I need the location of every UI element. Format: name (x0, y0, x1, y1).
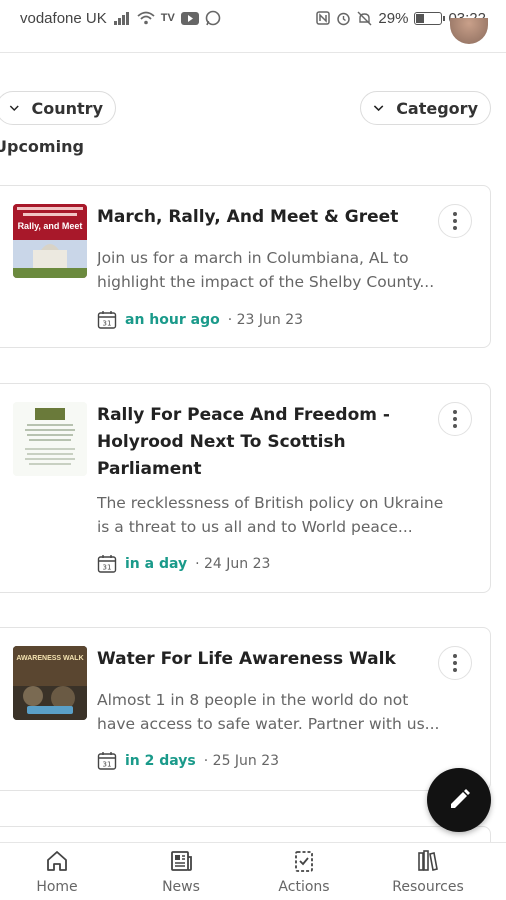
battery-fill (416, 13, 424, 23)
country-filter-label: Country (31, 98, 103, 118)
event-description-line: have access to safe water. Partner with … (97, 715, 440, 733)
category-filter-button[interactable]: Category (360, 91, 491, 125)
nfc-icon (316, 11, 331, 25)
alarm-icon (337, 12, 351, 25)
event-description-line: Almost 1 in 8 people in the world do not (97, 691, 409, 709)
event-relative-time: an hour ago (125, 312, 220, 328)
event-title: Water For Life Awareness Walk (97, 649, 396, 669)
event-meta: 31 in 2 days · 25 Jun 23 (97, 751, 279, 771)
event-date: · 23 Jun 23 (227, 312, 304, 328)
wifi-icon (137, 11, 155, 25)
more-vertical-icon (453, 410, 457, 428)
mute-icon (357, 11, 372, 25)
section-title: Upcoming (0, 137, 84, 156)
event-card[interactable]: Rally, and Meet March, Rally, And Meet &… (0, 185, 491, 348)
event-relative-time: in 2 days (125, 753, 196, 769)
header-divider (0, 52, 506, 53)
event-thumbnail (13, 402, 87, 476)
event-description-line: The recklessness of British policy on Uk… (97, 494, 444, 512)
event-title-line: Rally For Peace And Freedom - (97, 405, 390, 425)
create-post-button[interactable] (427, 768, 491, 832)
more-vertical-icon (453, 654, 457, 672)
nav-actions-label: Actions (278, 879, 330, 895)
status-left: vodafone UK TV (20, 10, 221, 27)
chevron-down-icon (9, 105, 19, 111)
battery-icon (414, 11, 446, 25)
calendar-icon: 31 (97, 311, 117, 329)
event-thumbnail: AWARENESS WALK (13, 646, 87, 720)
svg-text:31: 31 (103, 761, 112, 769)
event-description: Almost 1 in 8 people in the world do not… (97, 688, 467, 736)
event-description: Join us for a march in Columbiana, AL to… (97, 246, 467, 294)
youtube-icon (180, 11, 199, 25)
event-description: The recklessness of British policy on Uk… (97, 491, 467, 539)
event-title: Rally For Peace And Freedom - Holyrood N… (97, 402, 427, 483)
event-relative-time: in a day (125, 556, 188, 572)
bottom-nav: Home News Actions Resources (0, 842, 506, 900)
whatsapp-icon (205, 10, 221, 26)
filter-row: Country Category (0, 91, 506, 127)
checklist-icon (295, 851, 313, 872)
event-poster-image (13, 204, 87, 278)
nav-actions[interactable]: Actions (254, 849, 354, 895)
event-meta: 31 an hour ago · 23 Jun 23 (97, 310, 303, 330)
event-meta: 31 in a day · 24 Jun 23 (97, 554, 270, 574)
pencil-icon (451, 789, 470, 808)
event-title: March, Rally, And Meet & Greet (97, 207, 399, 227)
calendar-icon: 31 (97, 555, 117, 573)
event-thumbnail: Rally, and Meet (13, 204, 87, 278)
event-description-text: Join us for a march in Columbiana, AL to… (97, 249, 435, 291)
event-poster-image (13, 402, 87, 476)
event-description-line: is a threat to us all and to World peace… (97, 518, 413, 536)
newspaper-icon (171, 851, 192, 871)
event-date: · 25 Jun 23 (203, 753, 280, 769)
carrier-label: vodafone UK (20, 9, 107, 27)
tv-icon: TV (160, 12, 175, 24)
battery-percent: 29% (378, 9, 409, 27)
books-icon (418, 850, 438, 871)
chevron-down-icon (373, 105, 384, 112)
event-title-line: Holyrood Next To Scottish (97, 432, 346, 452)
nav-resources[interactable]: Resources (378, 849, 478, 895)
more-vertical-icon (453, 212, 457, 230)
more-options-button[interactable] (438, 204, 472, 238)
event-card[interactable]: Rally For Peace And Freedom - Holyrood N… (0, 383, 491, 593)
home-icon (47, 851, 67, 871)
more-options-button[interactable] (438, 402, 472, 436)
more-options-button[interactable] (438, 646, 472, 680)
event-card[interactable]: AWARENESS WALK Water For Life Awareness … (0, 627, 491, 791)
thumb-caption: AWARENESS WALK (16, 655, 84, 662)
nav-home[interactable]: Home (7, 849, 107, 895)
calendar-icon: 31 (97, 752, 117, 770)
country-filter-button[interactable]: Country (0, 91, 116, 125)
svg-text:31: 31 (103, 564, 112, 572)
nav-resources-label: Resources (392, 879, 464, 895)
category-filter-label: Category (396, 98, 478, 118)
status-bar: vodafone UK TV 29% (0, 0, 506, 36)
thumb-caption: Rally, and Meet (17, 221, 83, 231)
nav-news[interactable]: News (131, 849, 231, 895)
nav-home-label: Home (36, 879, 78, 895)
avatar[interactable] (450, 18, 488, 44)
nav-news-label: News (162, 879, 200, 895)
svg-text:31: 31 (103, 320, 112, 328)
event-date: · 24 Jun 23 (195, 556, 271, 572)
signal-icon (113, 12, 129, 25)
event-title-line: Parliament (97, 459, 202, 479)
